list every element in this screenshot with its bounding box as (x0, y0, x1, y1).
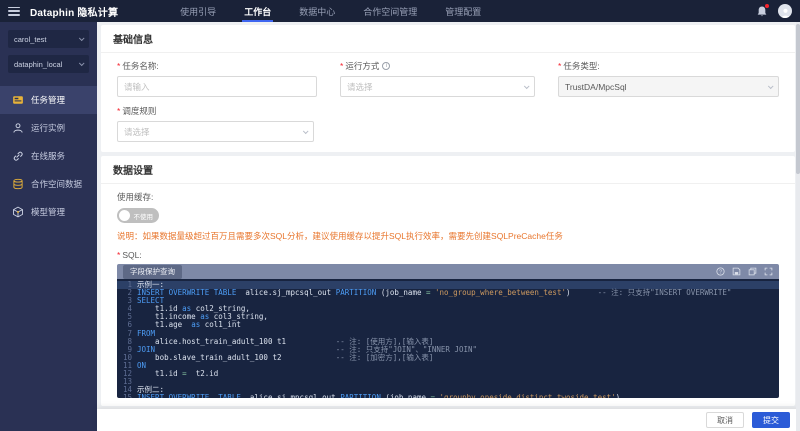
menu-toggle-icon[interactable] (8, 7, 20, 16)
help-icon[interactable]: ? (716, 267, 725, 276)
code-line: 12 t1.id = t2.id (117, 370, 779, 378)
code-line: 13 (117, 378, 779, 386)
run-mode-select[interactable]: 请选择 (340, 76, 535, 97)
run-mode-placeholder: 请选择 (347, 81, 524, 93)
editor-tools: ? (716, 267, 773, 276)
required-asterisk: * (117, 106, 120, 116)
workspace-select-value: carol_test (14, 35, 79, 44)
sidebar-item-模型管理[interactable]: 模型管理 (0, 198, 97, 226)
sql-label: * SQL: (117, 250, 779, 260)
chevron-down-icon (768, 83, 774, 89)
topnav-item[interactable]: 数据中心 (285, 0, 349, 22)
line-number: 15 (117, 394, 137, 398)
submit-button[interactable]: 提交 (752, 412, 790, 428)
vertical-scrollbar[interactable] (796, 22, 800, 431)
cache-label: 使用缓存: (117, 191, 779, 203)
main-content: 基础信息 * 任务名称: * 运行 (97, 22, 800, 431)
data-settings-title: 数据设置 (101, 156, 795, 184)
chevron-down-icon (79, 35, 85, 41)
basic-info-card: 基础信息 * 任务名称: * 运行 (101, 25, 795, 152)
toggle-knob (119, 210, 130, 221)
topnav-item[interactable]: 管理配置 (431, 0, 495, 22)
required-asterisk: * (340, 61, 343, 71)
fullscreen-icon[interactable] (764, 267, 773, 276)
task-type-field: * 任务类型: TrustDA/MpcSql (558, 60, 779, 97)
sidebar-item-任务管理[interactable]: 任务管理 (0, 86, 97, 114)
topnav-item[interactable]: 使用引导 (166, 0, 230, 22)
data-settings-card: 数据设置 使用缓存: 不使用 说明：如果数据量级超过百万且需要多次SQL分析，建… (101, 156, 795, 406)
task-name-label: * 任务名称: (117, 60, 317, 72)
required-asterisk: * (117, 250, 120, 260)
topbar: Dataphin 隐私计算 使用引导工作台数据中心合作空间管理管理配置 (0, 0, 800, 22)
cache-note: 说明：如果数据量级超过百万且需要多次SQL分析，建议使用缓存以提升SQL执行效率… (117, 230, 779, 242)
sidebar: carol_test dataphin_local 任务管理运行实例在线服务合作… (0, 22, 97, 431)
sidebar-item-label: 在线服务 (31, 150, 65, 162)
cache-toggle[interactable]: 不使用 (117, 208, 159, 223)
info-icon[interactable]: i (382, 62, 390, 70)
sidebar-menu: 任务管理运行实例在线服务合作空间数据模型管理 (0, 86, 97, 226)
notification-bell-icon[interactable] (756, 5, 768, 18)
database-icon (12, 178, 24, 190)
brand-title: Dataphin 隐私计算 (30, 4, 118, 19)
required-asterisk: * (558, 61, 561, 71)
copy-icon[interactable] (748, 267, 757, 276)
app-window: Dataphin 隐私计算 使用引导工作台数据中心合作空间管理管理配置 caro… (0, 0, 800, 431)
schedule-rule-field: * 调度规则 请选择 (117, 105, 314, 142)
chevron-down-icon (524, 83, 530, 89)
code-line: 10 bob.slave_train_adult_100 t2 -- 注: [加… (117, 354, 779, 362)
code-area[interactable]: 1示例一:2INSERT OVERWRITE TABLE alice.sj_mp… (117, 279, 779, 398)
topbar-right (756, 4, 792, 18)
basic-info-title: 基础信息 (101, 25, 795, 53)
sidebar-item-运行实例[interactable]: 运行实例 (0, 114, 97, 142)
task-name-input[interactable] (117, 76, 317, 97)
schedule-rule-label: * 调度规则 (117, 105, 314, 117)
project-select[interactable]: dataphin_local (8, 55, 89, 73)
sidebar-item-label: 模型管理 (31, 206, 65, 218)
cancel-button[interactable]: 取消 (706, 412, 744, 428)
notification-badge (765, 4, 769, 8)
topnav-item[interactable]: 工作台 (230, 0, 285, 22)
sql-editor: 字段保护查询 ? (117, 264, 779, 398)
task-type-select[interactable]: TrustDA/MpcSql (558, 76, 779, 97)
code-line: 2INSERT OVERWRITE TABLE alice.sj_mpcsql_… (117, 289, 779, 297)
svg-text:?: ? (719, 269, 722, 275)
editor-toolbar: 字段保护查询 ? (117, 264, 779, 279)
sidebar-item-label: 任务管理 (31, 94, 65, 106)
sidebar-item-合作空间数据[interactable]: 合作空间数据 (0, 170, 97, 198)
task-type-label: * 任务类型: (558, 60, 779, 72)
footer-bar: 取消 提交 (97, 409, 800, 431)
run-mode-label: * 运行方式 i (340, 60, 535, 72)
link-icon (12, 150, 24, 162)
task-type-value: TrustDA/MpcSql (565, 82, 768, 92)
top-nav: 使用引导工作台数据中心合作空间管理管理配置 (166, 0, 495, 22)
sidebar-item-在线服务[interactable]: 在线服务 (0, 142, 97, 170)
required-asterisk: * (117, 61, 120, 71)
task-name-field: * 任务名称: (117, 60, 317, 97)
model-icon (12, 206, 24, 218)
workspace-select[interactable]: carol_test (8, 30, 89, 48)
schedule-rule-placeholder: 请选择 (124, 126, 303, 138)
project-select-value: dataphin_local (14, 60, 79, 69)
save-icon[interactable] (732, 267, 741, 276)
code-line: 6 t1.age as col1_int (117, 321, 779, 329)
code-line: 15INSERT OVERWRITE TABLE alice.sj_mpcsql… (117, 394, 779, 398)
user-avatar[interactable] (778, 4, 792, 18)
instance-icon (12, 122, 24, 134)
topnav-item[interactable]: 合作空间管理 (349, 0, 431, 22)
task-icon (12, 94, 24, 106)
chevron-down-icon (303, 128, 309, 134)
chevron-down-icon (79, 60, 85, 66)
toggle-text: 不使用 (134, 211, 154, 221)
schedule-rule-select[interactable]: 请选择 (117, 121, 314, 142)
sidebar-item-label: 合作空间数据 (31, 178, 82, 190)
field-protect-query-button[interactable]: 字段保护查询 (123, 265, 182, 279)
sidebar-item-label: 运行实例 (31, 122, 65, 134)
scrollbar-thumb[interactable] (796, 24, 800, 174)
run-mode-field: * 运行方式 i 请选择 (340, 60, 535, 97)
